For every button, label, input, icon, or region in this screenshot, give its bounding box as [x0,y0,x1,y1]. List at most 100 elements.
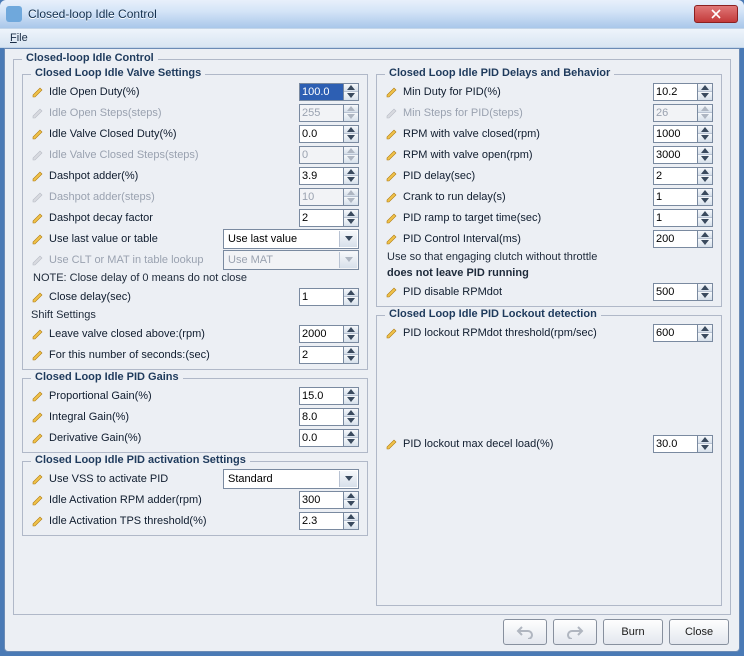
input-min-duty[interactable] [653,83,697,101]
spin-up[interactable] [698,84,712,93]
spinner-ramp-time[interactable] [653,209,713,227]
spin-up[interactable] [344,84,358,93]
input-dashpot-decay[interactable] [299,209,343,227]
menubar: File [0,28,744,48]
spin-down[interactable] [698,155,712,163]
spinner-crank-run[interactable] [653,188,713,206]
spin-down[interactable] [698,292,712,300]
spinner-pid-delay[interactable] [653,167,713,185]
burn-button[interactable]: Burn [603,619,663,645]
input-prop-gain[interactable] [299,387,343,405]
spin-up[interactable] [344,347,358,356]
spinner-der-gain[interactable] [299,429,359,447]
spinner-interval[interactable] [653,230,713,248]
input-rpm-adder[interactable] [299,491,343,509]
row-use-vss: Use VSS to activate PID Standard [31,468,359,489]
spin-up[interactable] [698,189,712,198]
spin-up[interactable] [344,513,358,522]
spin-down[interactable] [698,239,712,247]
input-rpm-closed[interactable] [653,125,697,143]
spin-up[interactable] [344,430,358,439]
spin-down[interactable] [698,333,712,341]
spin-up[interactable] [698,126,712,135]
spinner-idle-open-duty[interactable] [299,83,359,101]
spin-up[interactable] [344,388,358,397]
undo-button[interactable] [503,619,547,645]
input-ramp-time[interactable] [653,209,697,227]
input-der-gain[interactable] [299,429,343,447]
input-interval[interactable] [653,230,697,248]
spin-down[interactable] [344,438,358,446]
menu-file[interactable]: File [6,30,32,46]
spin-up[interactable] [698,168,712,177]
spin-up[interactable] [698,284,712,293]
spin-down[interactable] [344,176,358,184]
input-idle-open-duty[interactable] [299,83,343,101]
spinner-rpm-closed[interactable] [653,125,713,143]
input-tps-thresh[interactable] [299,512,343,530]
close-button[interactable]: Close [669,619,729,645]
spinner-rpm-adder[interactable] [299,491,359,509]
input-crank-run[interactable] [653,188,697,206]
input-rpm-open[interactable] [653,146,697,164]
spin-down[interactable] [344,334,358,342]
spinner-rpm-open[interactable] [653,146,713,164]
spinner-int-gain[interactable] [299,408,359,426]
spin-down[interactable] [344,396,358,404]
spin-up[interactable] [344,168,358,177]
spin-down[interactable] [344,134,358,142]
spin-down[interactable] [698,444,712,452]
input-lockout-thresh[interactable] [653,324,697,342]
spinner-disable-rpmdot[interactable] [653,283,713,301]
spinner-idle-closed-duty[interactable] [299,125,359,143]
spin-up[interactable] [698,325,712,334]
input-idle-closed-duty[interactable] [299,125,343,143]
input-int-gain[interactable] [299,408,343,426]
input-pid-delay[interactable] [653,167,697,185]
spin-down[interactable] [698,218,712,226]
spin-down[interactable] [344,355,358,363]
input-lockout-max-decel[interactable] [653,435,697,453]
spin-up[interactable] [344,326,358,335]
spin-up[interactable] [698,231,712,240]
spinner-dashpot-pct[interactable] [299,167,359,185]
spin-down[interactable] [698,134,712,142]
spinner-lockout-max-decel[interactable] [653,435,713,453]
spinner-tps-thresh[interactable] [299,512,359,530]
select-use-last[interactable]: Use last value [223,229,359,249]
pencil-icon [31,169,45,183]
spin-down[interactable] [698,197,712,205]
select-use-vss[interactable]: Standard [223,469,359,489]
spinner-min-duty[interactable] [653,83,713,101]
spinner-dashpot-decay[interactable] [299,209,359,227]
spinner-leave-valve[interactable] [299,325,359,343]
spin-up[interactable] [344,210,358,219]
spin-up[interactable] [698,147,712,156]
spin-up[interactable] [344,289,358,298]
spinner-prop-gain[interactable] [299,387,359,405]
spinner-close-delay[interactable] [299,288,359,306]
spin-down[interactable] [344,218,358,226]
spin-down[interactable] [698,92,712,100]
spin-down[interactable] [344,297,358,305]
input-close-delay[interactable] [299,288,343,306]
spin-down[interactable] [698,176,712,184]
spin-up[interactable] [344,126,358,135]
pencil-icon [31,148,45,162]
redo-button[interactable] [553,619,597,645]
input-disable-rpmdot[interactable] [653,283,697,301]
spin-down[interactable] [344,92,358,100]
spin-up[interactable] [698,436,712,445]
window-close-button[interactable] [694,5,738,23]
spinner-lockout-thresh[interactable] [653,324,713,342]
input-leave-valve[interactable] [299,325,343,343]
spin-down[interactable] [344,521,358,529]
input-for-seconds[interactable] [299,346,343,364]
spin-down[interactable] [344,500,358,508]
spin-down[interactable] [344,417,358,425]
spinner-for-seconds[interactable] [299,346,359,364]
spin-up[interactable] [344,492,358,501]
spin-up[interactable] [698,210,712,219]
input-dashpot-pct[interactable] [299,167,343,185]
spin-up[interactable] [344,409,358,418]
